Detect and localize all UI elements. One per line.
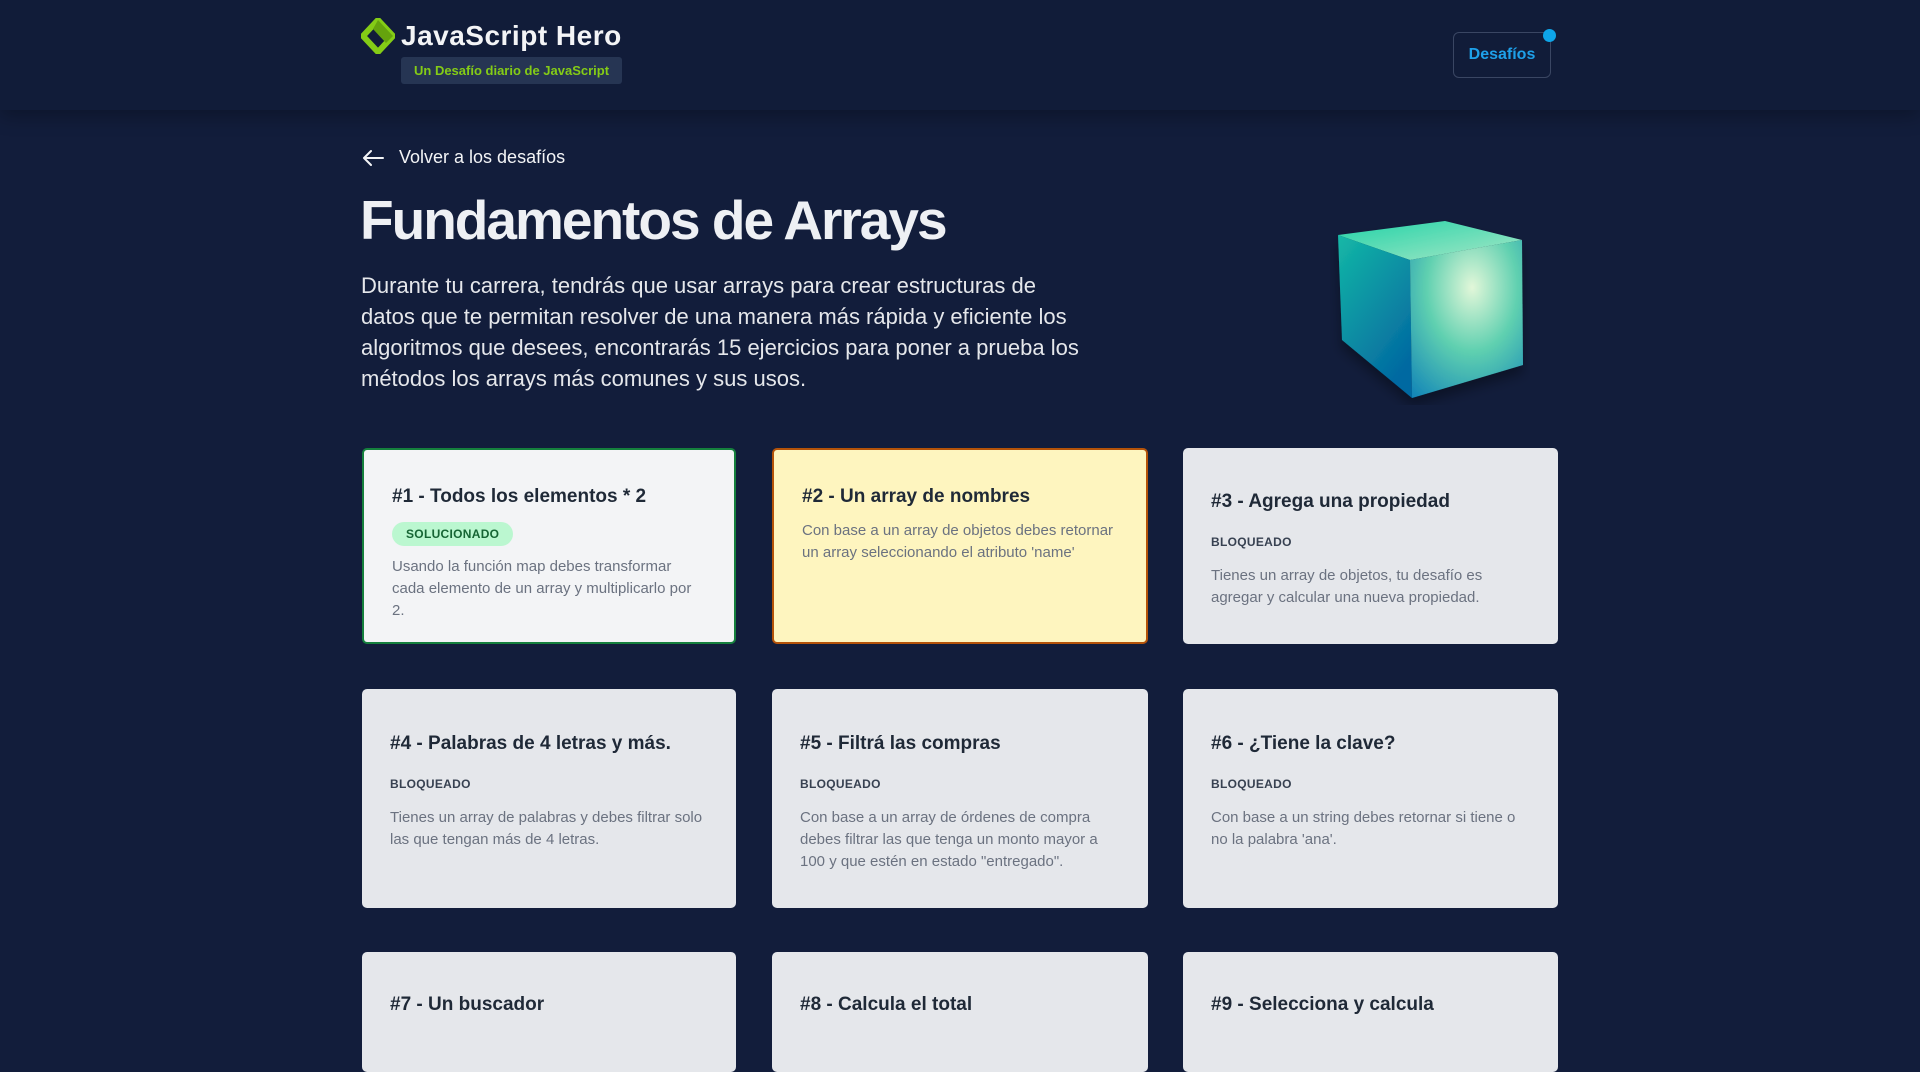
card-description: Tienes un array de objetos, tu desafío e… [1211,567,1483,606]
card-description: Tienes un array de palabras y debes filt… [390,809,703,848]
challenge-card-9[interactable]: #9 - Selecciona y calcula [1183,952,1558,1072]
challenge-card-3[interactable]: #3 - Agrega una propiedad BLOQUEADO Tien… [1183,448,1558,644]
card-title: #8 - Calcula el total [800,994,973,1015]
card-title: #4 - Palabras de 4 letras y más. [390,733,671,754]
brand-subtitle: Un Desafío diario de JavaScript [401,57,623,84]
card-description: Con base a un array de objetos debes ret… [802,522,1114,561]
challenge-card-2[interactable]: #2 - Un array de nombres Con base a un a… [772,448,1148,644]
status-locked: BLOQUEADO [800,777,881,791]
card-description: Con base a un array de órdenes de compra… [800,809,1098,870]
status-locked: BLOQUEADO [1211,777,1292,791]
page-description: Durante tu carrera, tendrás que usar arr… [361,273,1079,391]
card-title: #3 - Agrega una propiedad [1211,491,1450,512]
card-title: #6 - ¿Tiene la clave? [1211,733,1396,754]
card-title: #7 - Un buscador [390,994,545,1015]
challenge-card-5[interactable]: #5 - Filtrá las compras BLOQUEADO Con ba… [772,689,1148,908]
status-locked: BLOQUEADO [1211,535,1292,549]
card-description: Con base a un string debes retornar si t… [1211,809,1516,848]
card-description: Usando la función map debes transformar … [392,558,692,619]
status-locked: BLOQUEADO [390,777,471,791]
challenges-nav-button[interactable]: Desafíos [1453,29,1556,78]
gradient-cube-icon [1338,221,1523,398]
back-link[interactable]: Volver a los desafíos [361,147,565,168]
challenge-card-8[interactable]: #8 - Calcula el total [772,952,1148,1072]
site-header: JavaScript Hero Un Desafío diario de Jav… [0,0,1920,110]
arrow-left-icon [363,149,384,166]
page-title: Fundamentos de Arrays [360,189,948,251]
challenge-card-1[interactable]: #1 - Todos los elementos * 2 SOLUCIONADO… [362,448,736,644]
card-title: #2 - Un array de nombres [802,486,1031,507]
notification-dot [1543,29,1556,42]
diamond-logo-icon [361,18,395,54]
challenge-card-6[interactable]: #6 - ¿Tiene la clave? BLOQUEADO Con base… [1183,689,1558,908]
status-badge-solved: SOLUCIONADO [392,522,514,546]
challenge-card-7[interactable]: #7 - Un buscador [362,952,736,1072]
card-title: #1 - Todos los elementos * 2 [392,486,647,507]
challenges-nav-label: Desafíos [1468,46,1536,63]
challenge-card-4[interactable]: #4 - Palabras de 4 letras y más. BLOQUEA… [362,689,736,908]
card-title: #5 - Filtrá las compras [800,733,1001,754]
card-title: #9 - Selecciona y calcula [1211,994,1434,1015]
brand-title: JavaScript Hero [401,20,622,51]
back-link-label: Volver a los desafíos [399,147,566,167]
